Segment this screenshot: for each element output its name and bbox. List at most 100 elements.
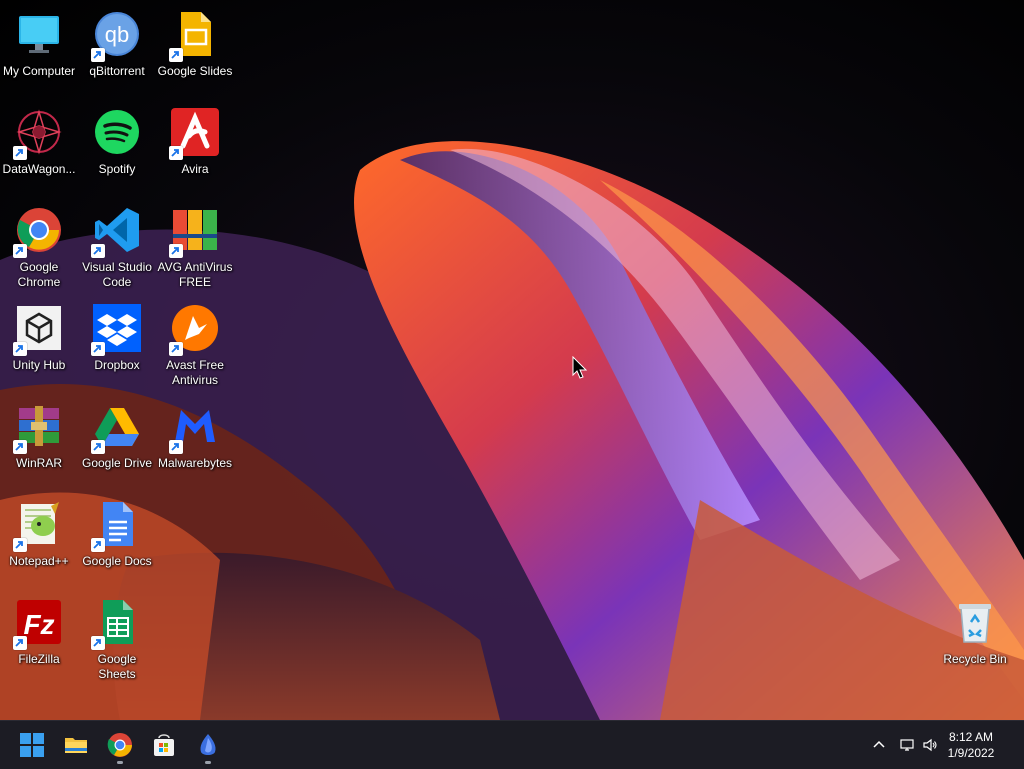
desktop-icon-label: Google Slides [157, 64, 233, 78]
desktop-icon-label: Unity Hub [12, 358, 66, 372]
desktop-icon-avira[interactable]: Avira [156, 104, 234, 200]
desktop-icon-google-docs[interactable]: Google Docs [78, 496, 156, 592]
desktop-icon-label: Recycle Bin [943, 652, 1007, 666]
desktop-icon-google-slides[interactable]: Google Slides [156, 6, 234, 102]
desktop-icon-datawagon[interactable]: DataWagon... [0, 104, 78, 200]
tray-network[interactable] [897, 735, 917, 755]
shortcut-arrow-icon [169, 244, 183, 258]
folder-icon [65, 738, 87, 753]
shortcut-arrow-icon [13, 636, 27, 650]
taskbar-clock[interactable]: 8:12 AM 1/9/2022 [936, 729, 1006, 761]
vscode-icon [91, 206, 141, 258]
taskbar-app-running[interactable] [192, 729, 224, 764]
taskbar-file-explorer[interactable] [60, 729, 92, 761]
malwarebytes-icon [169, 402, 219, 454]
desktop-icon-my-computer[interactable]: My Computer [0, 6, 78, 102]
dropbox-icon [91, 304, 141, 356]
desktop-icon-label: AVG AntiVirus FREE [157, 260, 233, 289]
mouse-cursor-icon [572, 356, 588, 379]
monitor-icon [15, 10, 63, 58]
chevron-up-icon [873, 740, 885, 748]
google-docs-icon [91, 500, 141, 552]
store-icon [154, 734, 174, 756]
desktop-icon-avast[interactable]: Avast Free Antivirus [156, 300, 234, 396]
desktop-icon-qbittorrent[interactable]: qb qBittorrent [78, 6, 156, 102]
shortcut-arrow-icon [13, 440, 27, 454]
chrome-icon [107, 733, 132, 757]
shortcut-arrow-icon [13, 342, 27, 356]
windows-logo-icon [20, 733, 44, 757]
datawagon-icon [13, 108, 63, 160]
desktop-icon-label: Dropbox [94, 358, 140, 372]
avast-icon [169, 304, 219, 356]
desktop-icon-avg[interactable]: AVG AntiVirus FREE [156, 202, 234, 298]
clock-date: 1/9/2022 [947, 746, 995, 760]
avira-icon [169, 108, 219, 160]
clock-time: 8:12 AM [948, 730, 994, 744]
desktop-icon-label: Google Drive [81, 456, 153, 470]
network-icon [900, 739, 914, 751]
notepadpp-icon [13, 500, 63, 552]
start-button[interactable] [16, 729, 48, 761]
spotify-icon [93, 108, 141, 156]
desktop-icon-winrar[interactable]: WinRAR [0, 398, 78, 494]
desktop-icon-google-sheets[interactable]: Google Sheets [78, 594, 156, 690]
taskbar: 8:12 AM 1/9/2022 [0, 720, 1024, 769]
shortcut-arrow-icon [91, 244, 105, 258]
blue-app-icon [200, 734, 216, 755]
avg-icon [169, 206, 219, 258]
winrar-icon [13, 402, 63, 454]
shortcut-arrow-icon [91, 342, 105, 356]
taskbar-chrome[interactable] [104, 729, 136, 764]
desktop-icon-google-chrome[interactable]: Google Chrome [0, 202, 78, 298]
desktop-icon-label: Visual Studio Code [82, 260, 152, 289]
desktop-icon-label: DataWagon... [2, 162, 76, 176]
google-sheets-icon [91, 598, 141, 650]
desktop-icon-recycle-bin[interactable]: Recycle Bin [936, 594, 1014, 690]
shortcut-arrow-icon [169, 48, 183, 62]
desktop-icon-label: Google Sheets [97, 652, 137, 681]
desktop-icon-label: FileZilla [18, 652, 60, 666]
desktop-icon-label: Google Chrome [17, 260, 61, 289]
svg-text:Fz: Fz [23, 609, 54, 640]
shortcut-arrow-icon [169, 440, 183, 454]
running-indicator [205, 761, 211, 764]
desktop[interactable]: My Computer DataWagon... Google Chrome U… [0, 0, 1024, 720]
shortcut-arrow-icon [91, 48, 105, 62]
svg-text:qb: qb [105, 22, 129, 47]
desktop-icon-label: Notepad++ [9, 554, 69, 568]
desktop-icon-label: Avast Free Antivirus [166, 358, 224, 387]
unity-icon [13, 304, 63, 356]
desktop-icon-label: qBittorrent [89, 64, 145, 78]
desktop-icon-filezilla[interactable]: Fz FileZilla [0, 594, 78, 690]
shortcut-arrow-icon [13, 244, 27, 258]
desktop-icon-notepadpp[interactable]: Notepad++ [0, 496, 78, 592]
desktop-icon-dropbox[interactable]: Dropbox [78, 300, 156, 396]
filezilla-icon: Fz [13, 598, 63, 650]
qbittorrent-icon: qb [91, 10, 141, 62]
desktop-icon-label: Google Docs [82, 554, 152, 568]
shortcut-arrow-icon [13, 146, 27, 160]
shortcut-arrow-icon [91, 636, 105, 650]
shortcut-arrow-icon [13, 538, 27, 552]
shortcut-arrow-icon [169, 146, 183, 160]
google-slides-icon [169, 10, 219, 62]
desktop-icon-label: Malwarebytes [157, 456, 233, 470]
desktop-icon-label: Spotify [98, 162, 136, 176]
desktop-icon-unity-hub[interactable]: Unity Hub [0, 300, 78, 396]
shortcut-arrow-icon [91, 440, 105, 454]
taskbar-microsoft-store[interactable] [148, 729, 180, 761]
desktop-icon-label: Avira [181, 162, 209, 176]
tray-overflow-button[interactable] [869, 735, 889, 755]
desktop-icon-label: WinRAR [15, 456, 62, 470]
shortcut-arrow-icon [169, 342, 183, 356]
recycle-bin-icon [951, 598, 999, 646]
running-indicator [117, 761, 123, 764]
desktop-icon-vscode[interactable]: Visual Studio Code [78, 202, 156, 298]
chrome-icon [13, 206, 63, 258]
desktop-icon-spotify[interactable]: Spotify [78, 104, 156, 200]
shortcut-arrow-icon [91, 538, 105, 552]
google-drive-icon [91, 402, 141, 454]
desktop-icon-google-drive[interactable]: Google Drive [78, 398, 156, 494]
desktop-icon-malwarebytes[interactable]: Malwarebytes [156, 398, 234, 494]
